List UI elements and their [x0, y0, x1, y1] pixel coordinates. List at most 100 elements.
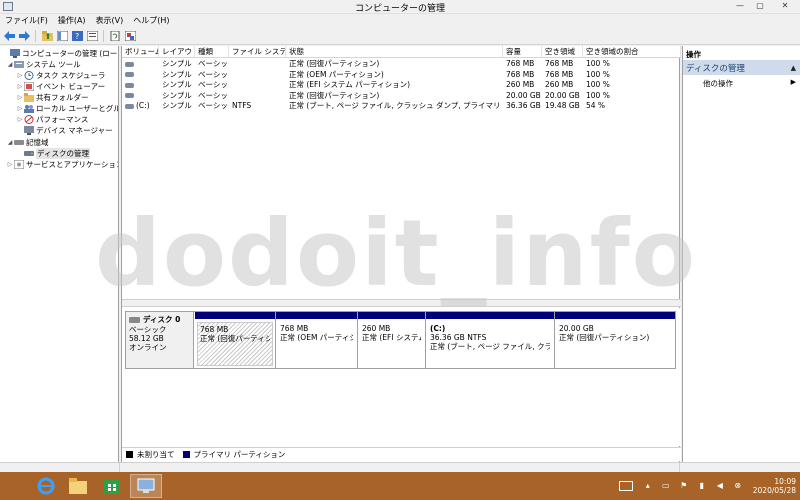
partition-efi[interactable]: 260 MB 正常 (EFI システム — [358, 312, 426, 368]
help-icon[interactable]: ? — [71, 30, 83, 42]
tree-item-task-scheduler[interactable]: ▷ タスク スケジューラ — [16, 70, 105, 81]
volume-row[interactable]: (C:) シンプル ベーシック NTFS 正常 (ブート, ページ ファイル, … — [122, 101, 681, 112]
menu-view[interactable]: 表示(V) — [91, 14, 129, 28]
tree-item-disk-management[interactable]: ディスクの管理 — [24, 148, 90, 159]
type-cell: ベーシック — [198, 69, 229, 79]
collapse-arrow-icon[interactable]: ◢ — [6, 137, 14, 148]
power-icon[interactable]: ▭ — [660, 481, 672, 491]
show-hide-tree-icon[interactable] — [56, 30, 68, 42]
disk-info[interactable]: ディスク 0 ベーシック 58.12 GB オンライン — [126, 312, 194, 368]
tree-item-label: パフォーマンス — [36, 115, 89, 124]
tree-item-local-users-groups[interactable]: ▷ ローカル ユーザーとグループ — [16, 103, 118, 114]
volume-row[interactable]: シンプル ベーシック 正常 (回復パーティション) 20.00 GB 20.00… — [122, 91, 681, 102]
tree-item-services-applications[interactable]: ▷ サービスとアプリケーション — [6, 159, 118, 170]
tree-item-performance[interactable]: ▷ パフォーマンス — [16, 114, 88, 125]
column-header-volume[interactable]: ボリューム — [122, 46, 159, 57]
column-header-type[interactable]: 種類 — [195, 46, 229, 57]
menu-file[interactable]: ファイル(F) — [0, 14, 53, 28]
refresh-icon[interactable] — [109, 30, 121, 42]
window-title: コンピューターの管理 — [354, 4, 445, 14]
capacity-cell: 768 MB — [506, 69, 535, 79]
capacity-cell: 36.36 GB — [506, 101, 541, 110]
volume-row[interactable]: シンプル ベーシック 正常 (OEM パーティション) 768 MB 768 M… — [122, 70, 681, 81]
keyboard-icon[interactable] — [618, 481, 633, 491]
forward-icon[interactable] — [18, 30, 30, 42]
partition-status: 正常 (回復パーティション) — [559, 333, 650, 342]
computer-management-taskbar-icon[interactable] — [130, 474, 162, 498]
collapse-arrow-icon[interactable]: ◢ — [6, 59, 14, 70]
expand-arrow-icon[interactable]: ▷ — [16, 81, 24, 92]
volume-row[interactable]: シンプル ベーシック 正常 (回復パーティション) 768 MB 768 MB … — [122, 59, 681, 70]
up-folder-icon[interactable] — [41, 30, 53, 42]
ime-icon[interactable]: ⊗ — [732, 481, 744, 491]
partition-recovery-2[interactable]: 20.00 GB 正常 (回復パーティション) — [555, 312, 675, 368]
maximize-button[interactable]: ▢ — [750, 0, 770, 12]
expand-arrow-icon[interactable]: ▷ — [16, 70, 24, 81]
volume-icon — [125, 61, 134, 67]
toolbar-separator — [35, 30, 36, 42]
device-manager-icon — [24, 126, 34, 135]
partition-status: 正常 (回復パーティション) — [200, 334, 270, 343]
partition-body: 768 MB 正常 (回復パーティション) — [197, 322, 273, 366]
expand-arrow-icon[interactable]: ▷ — [6, 159, 14, 170]
capacity-cell: 260 MB — [506, 80, 535, 89]
actions-section-disk-management[interactable]: ディスクの管理 ▲ — [683, 60, 800, 75]
flag-icon[interactable]: ⚑ — [678, 481, 690, 491]
partition-recovery-1[interactable]: 768 MB 正常 (回復パーティション) — [195, 312, 276, 368]
export-list-icon[interactable] — [124, 30, 136, 42]
free-cell: 20.00 GB — [545, 90, 580, 100]
tree-item-device-manager[interactable]: デバイス マネージャー — [24, 125, 113, 136]
expand-arrow-icon[interactable]: ▷ — [16, 114, 24, 125]
column-header-status[interactable]: 状態 — [286, 46, 503, 57]
clock[interactable]: 10:09 2020/05/28 — [753, 477, 796, 495]
volume-cell — [122, 70, 159, 81]
tree-item-computer-management[interactable]: コンピューターの管理 (ローカル) — [2, 48, 118, 59]
close-button[interactable]: ✕ — [770, 0, 800, 12]
file-explorer-icon[interactable] — [62, 474, 94, 498]
volume-icon — [125, 103, 134, 109]
expand-arrow-icon[interactable]: ▷ — [16, 92, 24, 103]
expand-arrow-icon[interactable]: ▷ — [16, 103, 24, 114]
column-header-percent-free[interactable]: 空き領域の割合 — [583, 46, 681, 57]
tree-item-label: 共有フォルダー — [36, 93, 89, 102]
menu-help[interactable]: ヘルプ(H) — [128, 14, 174, 28]
partition-size: 768 MB — [280, 324, 309, 333]
volume-row[interactable]: シンプル ベーシック 正常 (EFI システム パーティション) 260 MB … — [122, 80, 681, 91]
disk-management-pane: ボリューム レイアウト 種類 ファイル システム 状態 容量 空き領域 空き領域… — [121, 46, 681, 462]
tree-item-event-viewer[interactable]: ▷ イベント ビューアー — [16, 81, 105, 92]
back-icon[interactable] — [3, 30, 15, 42]
volume-icon[interactable]: ◀ — [714, 481, 726, 491]
network-icon[interactable]: ▮ — [696, 481, 708, 491]
internet-explorer-icon[interactable] — [30, 474, 62, 498]
disk-0-box[interactable]: ディスク 0 ベーシック 58.12 GB オンライン 768 MB 正常 (回… — [125, 311, 676, 369]
capacity-cell: 20.00 GB — [506, 90, 541, 100]
free-cell: 260 MB — [545, 80, 574, 89]
partition-size: 20.00 GB — [559, 324, 594, 333]
tray-notification-icon[interactable]: ▴ — [642, 481, 654, 491]
column-header-capacity[interactable]: 容量 — [503, 46, 542, 57]
action-more-actions[interactable]: 他の操作 ▶ — [683, 75, 800, 89]
partition-oem[interactable]: 768 MB 正常 (OEM パーティション) — [276, 312, 358, 368]
menu-action[interactable]: 操作(A) — [53, 14, 91, 28]
properties-icon[interactable] — [86, 30, 98, 42]
volume-icon — [125, 93, 134, 98]
fs-cell — [229, 91, 286, 102]
tree-item-storage[interactable]: ◢ 記憶域 — [6, 137, 49, 148]
collapse-section-icon[interactable]: ▲ — [791, 64, 796, 72]
pane-splitter[interactable] — [122, 299, 681, 307]
volume-cell — [122, 91, 159, 102]
store-icon[interactable] — [96, 474, 128, 498]
volume-icon — [125, 72, 134, 77]
computer-icon — [10, 49, 20, 58]
clock-date: 2020/05/28 — [752, 486, 796, 495]
tree-item-system-tools[interactable]: ◢ システム ツール — [6, 59, 81, 70]
layout-cell: シンプル — [162, 80, 192, 89]
column-header-free-space[interactable]: 空き領域 — [542, 46, 583, 57]
type-cell: ベーシック — [198, 90, 229, 100]
column-header-layout[interactable]: レイアウト — [159, 46, 195, 57]
tree-item-shared-folders[interactable]: ▷ 共有フォルダー — [16, 92, 89, 103]
column-header-file-system[interactable]: ファイル システム — [229, 46, 286, 57]
system-tray: ▴ ▭ ⚑ ▮ ◀ ⊗ 10:09 2020/05/28 — [618, 472, 800, 500]
partition-c[interactable]: (C:) 36.36 GB NTFS 正常 (ブート, ページ ファイル, クラ… — [426, 312, 555, 368]
minimize-button[interactable]: — — [730, 0, 750, 12]
